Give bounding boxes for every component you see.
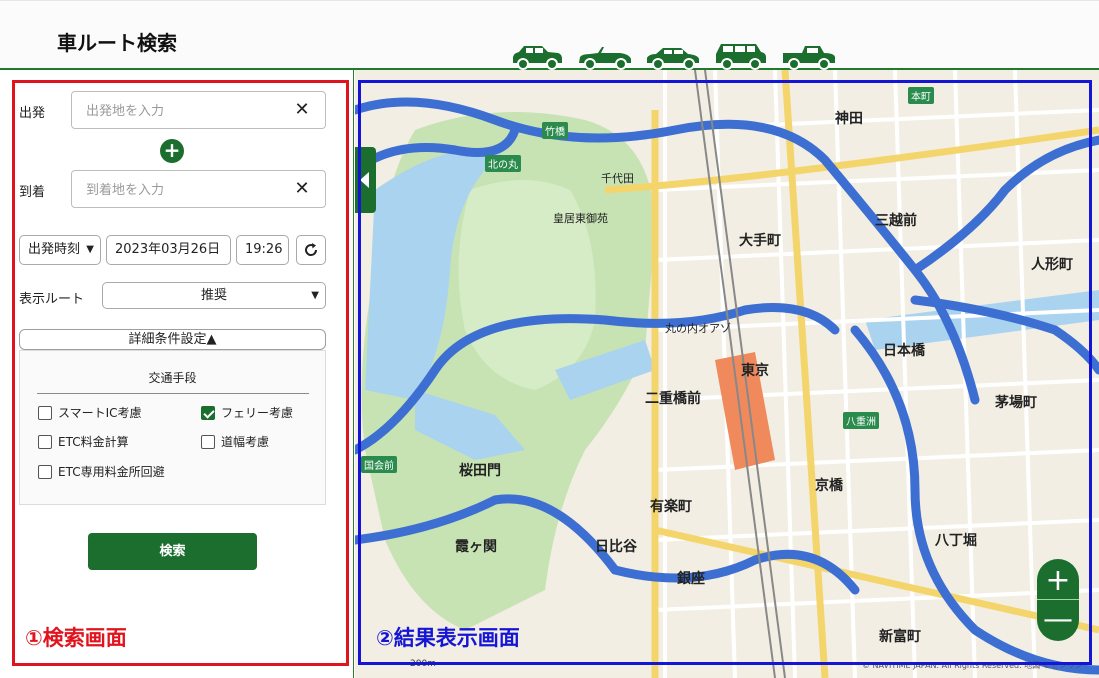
route-select[interactable]: 推奨 ▼ — [102, 282, 326, 309]
map-label-mitsukoshimae: 三越前 — [875, 213, 917, 229]
add-waypoint-button[interactable]: + — [160, 139, 184, 163]
suv-car-icon[interactable] — [712, 41, 770, 71]
map-label-nihonbashi: 日本橋 — [883, 343, 925, 359]
clear-arrival-icon[interactable]: ✕ — [291, 178, 313, 200]
sedan-car-icon[interactable] — [644, 41, 702, 71]
etc-only-avoid-checkbox[interactable] — [38, 464, 52, 479]
convertible-car-icon[interactable] — [576, 41, 634, 71]
map-label-nijubashimae: 二重橋前 — [645, 391, 701, 407]
road-width-checkbox[interactable] — [201, 434, 215, 449]
map-label-ginza: 銀座 — [677, 571, 705, 587]
result-screen-annotation: ②結果表示画面 — [376, 626, 520, 650]
date-value: 2023年03月26日 — [115, 242, 221, 257]
option-etc-only-avoid[interactable]: ETC専用料金所回避 — [38, 463, 165, 480]
route-label: 表示ルート — [19, 292, 85, 307]
route-value: 推奨 — [200, 288, 227, 303]
option-road-width[interactable]: 道幅考慮 — [201, 433, 269, 450]
arrival-input[interactable] — [86, 180, 286, 200]
departure-input[interactable] — [86, 101, 286, 121]
map-label-kitanomaru: 北の丸 — [485, 155, 521, 172]
collapse-panel-button[interactable] — [355, 147, 376, 213]
page-title: 車ルート検索 — [57, 31, 177, 55]
option-label: ETC料金計算 — [58, 435, 129, 449]
arrival-label: 到着 — [19, 185, 46, 200]
arrival-field[interactable]: ✕ — [71, 170, 326, 208]
map-label-kayabacho: 茅場町 — [995, 395, 1037, 411]
zoom-in-button[interactable]: + — [1037, 561, 1079, 602]
map-label-kokyo: 皇居東御苑 — [553, 212, 608, 225]
option-label: 道幅考慮 — [221, 435, 270, 449]
map-label-sakuradamon: 桜田門 — [459, 463, 501, 479]
result-map[interactable]: 神田 大手町 東京 日本橋 京橋 有楽町 銀座 日比谷 霞ヶ関 桜田門 八丁堀 … — [355, 70, 1099, 678]
departure-field[interactable]: ✕ — [71, 91, 326, 129]
option-etc-fee[interactable]: ETC料金計算 — [38, 433, 129, 450]
transport-section-title: 交通手段 — [148, 371, 197, 385]
vehicle-type-selector — [508, 39, 838, 71]
option-label: フェリー考慮 — [221, 406, 294, 420]
map-label-hibiya: 日比谷 — [595, 539, 637, 555]
map-label-kyobashi: 京橋 — [815, 478, 843, 494]
map-label-hatchobori: 八丁堀 — [935, 533, 977, 549]
map-label-tokyo: 東京 — [741, 363, 769, 379]
departure-label: 出発 — [19, 106, 46, 121]
chevron-down-icon: ▼ — [311, 290, 319, 301]
zoom-control: + — — [1037, 559, 1079, 641]
app-header: 車ルート検索 — [0, 0, 1099, 70]
refresh-icon — [305, 243, 318, 256]
time-field[interactable]: 19:26 — [236, 235, 289, 265]
map-label-kokkaimae: 国会前 — [361, 456, 397, 473]
map-label-yaesu: 八重洲 — [843, 412, 879, 429]
option-smart-ic[interactable]: スマートIC考慮 — [38, 404, 142, 421]
divider — [37, 393, 309, 394]
search-screen-annotation: ①検索画面 — [25, 626, 127, 650]
time-value: 19:26 — [245, 242, 283, 257]
map-label-honcho: 本町 — [908, 87, 934, 104]
map-label-ningyocho: 人形町 — [1031, 257, 1073, 273]
clear-departure-icon[interactable]: ✕ — [291, 99, 313, 121]
search-button[interactable]: 検索 — [88, 533, 257, 570]
option-ferry[interactable]: フェリー考慮 — [201, 404, 293, 421]
map-label-chiyoda: 千代田 — [601, 172, 634, 185]
detail-settings-panel: 交通手段 — [19, 350, 326, 505]
time-mode-select[interactable]: 出発時刻 ▼ — [19, 235, 101, 265]
map-scale: 200m — [410, 659, 436, 669]
map-canvas — [355, 70, 1099, 678]
pickup-truck-icon[interactable] — [780, 41, 838, 71]
map-label-otemachi: 大手町 — [739, 233, 781, 249]
map-label-marunouchi: 丸の内オアゾ — [665, 322, 731, 335]
detail-settings-toggle[interactable]: 詳細条件設定▲ — [19, 329, 326, 350]
etc-fee-checkbox[interactable] — [38, 434, 52, 449]
map-label-shintomicho: 新富町 — [879, 629, 921, 645]
ferry-checkbox[interactable] — [201, 405, 215, 420]
option-label: ETC専用料金所回避 — [58, 465, 165, 479]
map-label-yurakucho: 有楽町 — [650, 499, 692, 515]
map-label-kanda: 神田 — [835, 111, 863, 127]
smart-ic-checkbox[interactable] — [38, 405, 52, 420]
map-label-kasumigaseki: 霞ヶ関 — [455, 539, 497, 555]
map-label-takebashi: 竹橋 — [542, 122, 568, 139]
zoom-out-button[interactable]: — — [1037, 599, 1079, 640]
date-field[interactable]: 2023年03月26日 — [106, 235, 231, 265]
refresh-time-button[interactable] — [296, 235, 326, 265]
chevron-down-icon: ▼ — [86, 244, 94, 255]
compact-car-icon[interactable] — [508, 41, 566, 71]
option-label: スマートIC考慮 — [58, 406, 142, 420]
map-copyright: © NAVITIME JAPAN. All Rights Reserved. 地… — [862, 661, 1083, 670]
time-mode-value: 出発時刻 — [28, 242, 81, 257]
